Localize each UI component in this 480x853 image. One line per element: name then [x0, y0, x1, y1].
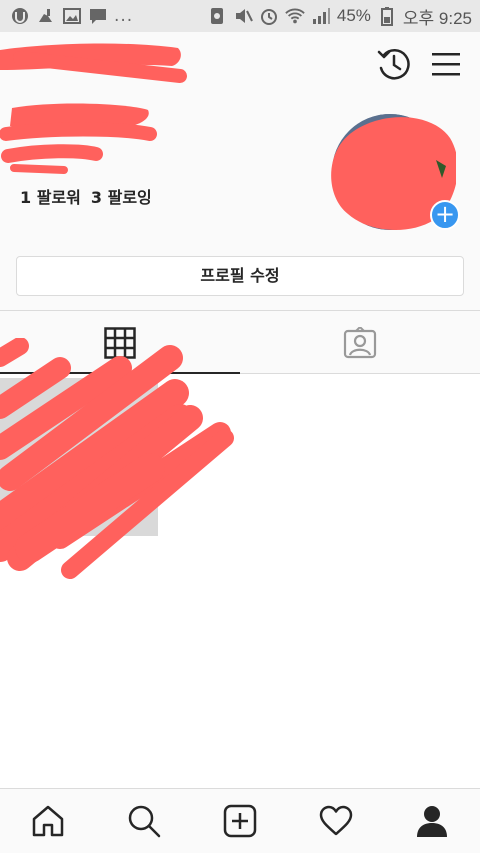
battery-percent: 45%: [336, 6, 371, 25]
clock: 오후 9:25: [402, 8, 472, 28]
followers-stat[interactable]: 1 팔로워: [20, 184, 81, 208]
profile-icon: [417, 806, 447, 837]
edit-profile-button[interactable]: 프로필 수정: [16, 256, 464, 296]
following-label: 팔로잉: [107, 188, 152, 207]
battery-icon: [377, 6, 397, 26]
following-stat[interactable]: 3 팔로잉: [91, 184, 152, 208]
signal-icon: [311, 6, 331, 26]
tab-tagged[interactable]: [240, 311, 480, 374]
bottom-navigation: [0, 788, 480, 853]
nav-profile[interactable]: [408, 797, 456, 845]
alarm-icon: [259, 6, 279, 26]
hamburger-menu-icon: [432, 53, 460, 76]
home-icon: [32, 805, 64, 837]
history-icon: [377, 49, 410, 80]
nav-search[interactable]: [120, 797, 168, 845]
username-redaction: [0, 14, 200, 88]
add-story-button[interactable]: +: [430, 200, 460, 230]
profile-name-redaction: [0, 98, 160, 186]
archive-history-button[interactable]: [376, 46, 412, 82]
followers-label: 팔로워: [36, 188, 81, 207]
nav-activity[interactable]: [312, 797, 360, 845]
security-icon: [207, 6, 227, 26]
follow-stats: 1 팔로워 3 팔로잉: [20, 184, 152, 208]
mute-icon: [233, 6, 253, 26]
posts-redaction: [0, 337, 240, 592]
followers-count: 1: [20, 188, 32, 207]
tagged-person-icon: [343, 327, 377, 359]
search-icon: [128, 805, 161, 838]
add-post-icon: [223, 804, 257, 838]
nav-add-post[interactable]: [216, 797, 264, 845]
wifi-icon: [285, 6, 305, 26]
status-right-icons: 45% 오후 9:25: [207, 4, 472, 29]
following-count: 3: [90, 188, 103, 207]
menu-button[interactable]: [428, 48, 464, 80]
heart-icon: [319, 805, 353, 836]
nav-home[interactable]: [24, 797, 72, 845]
